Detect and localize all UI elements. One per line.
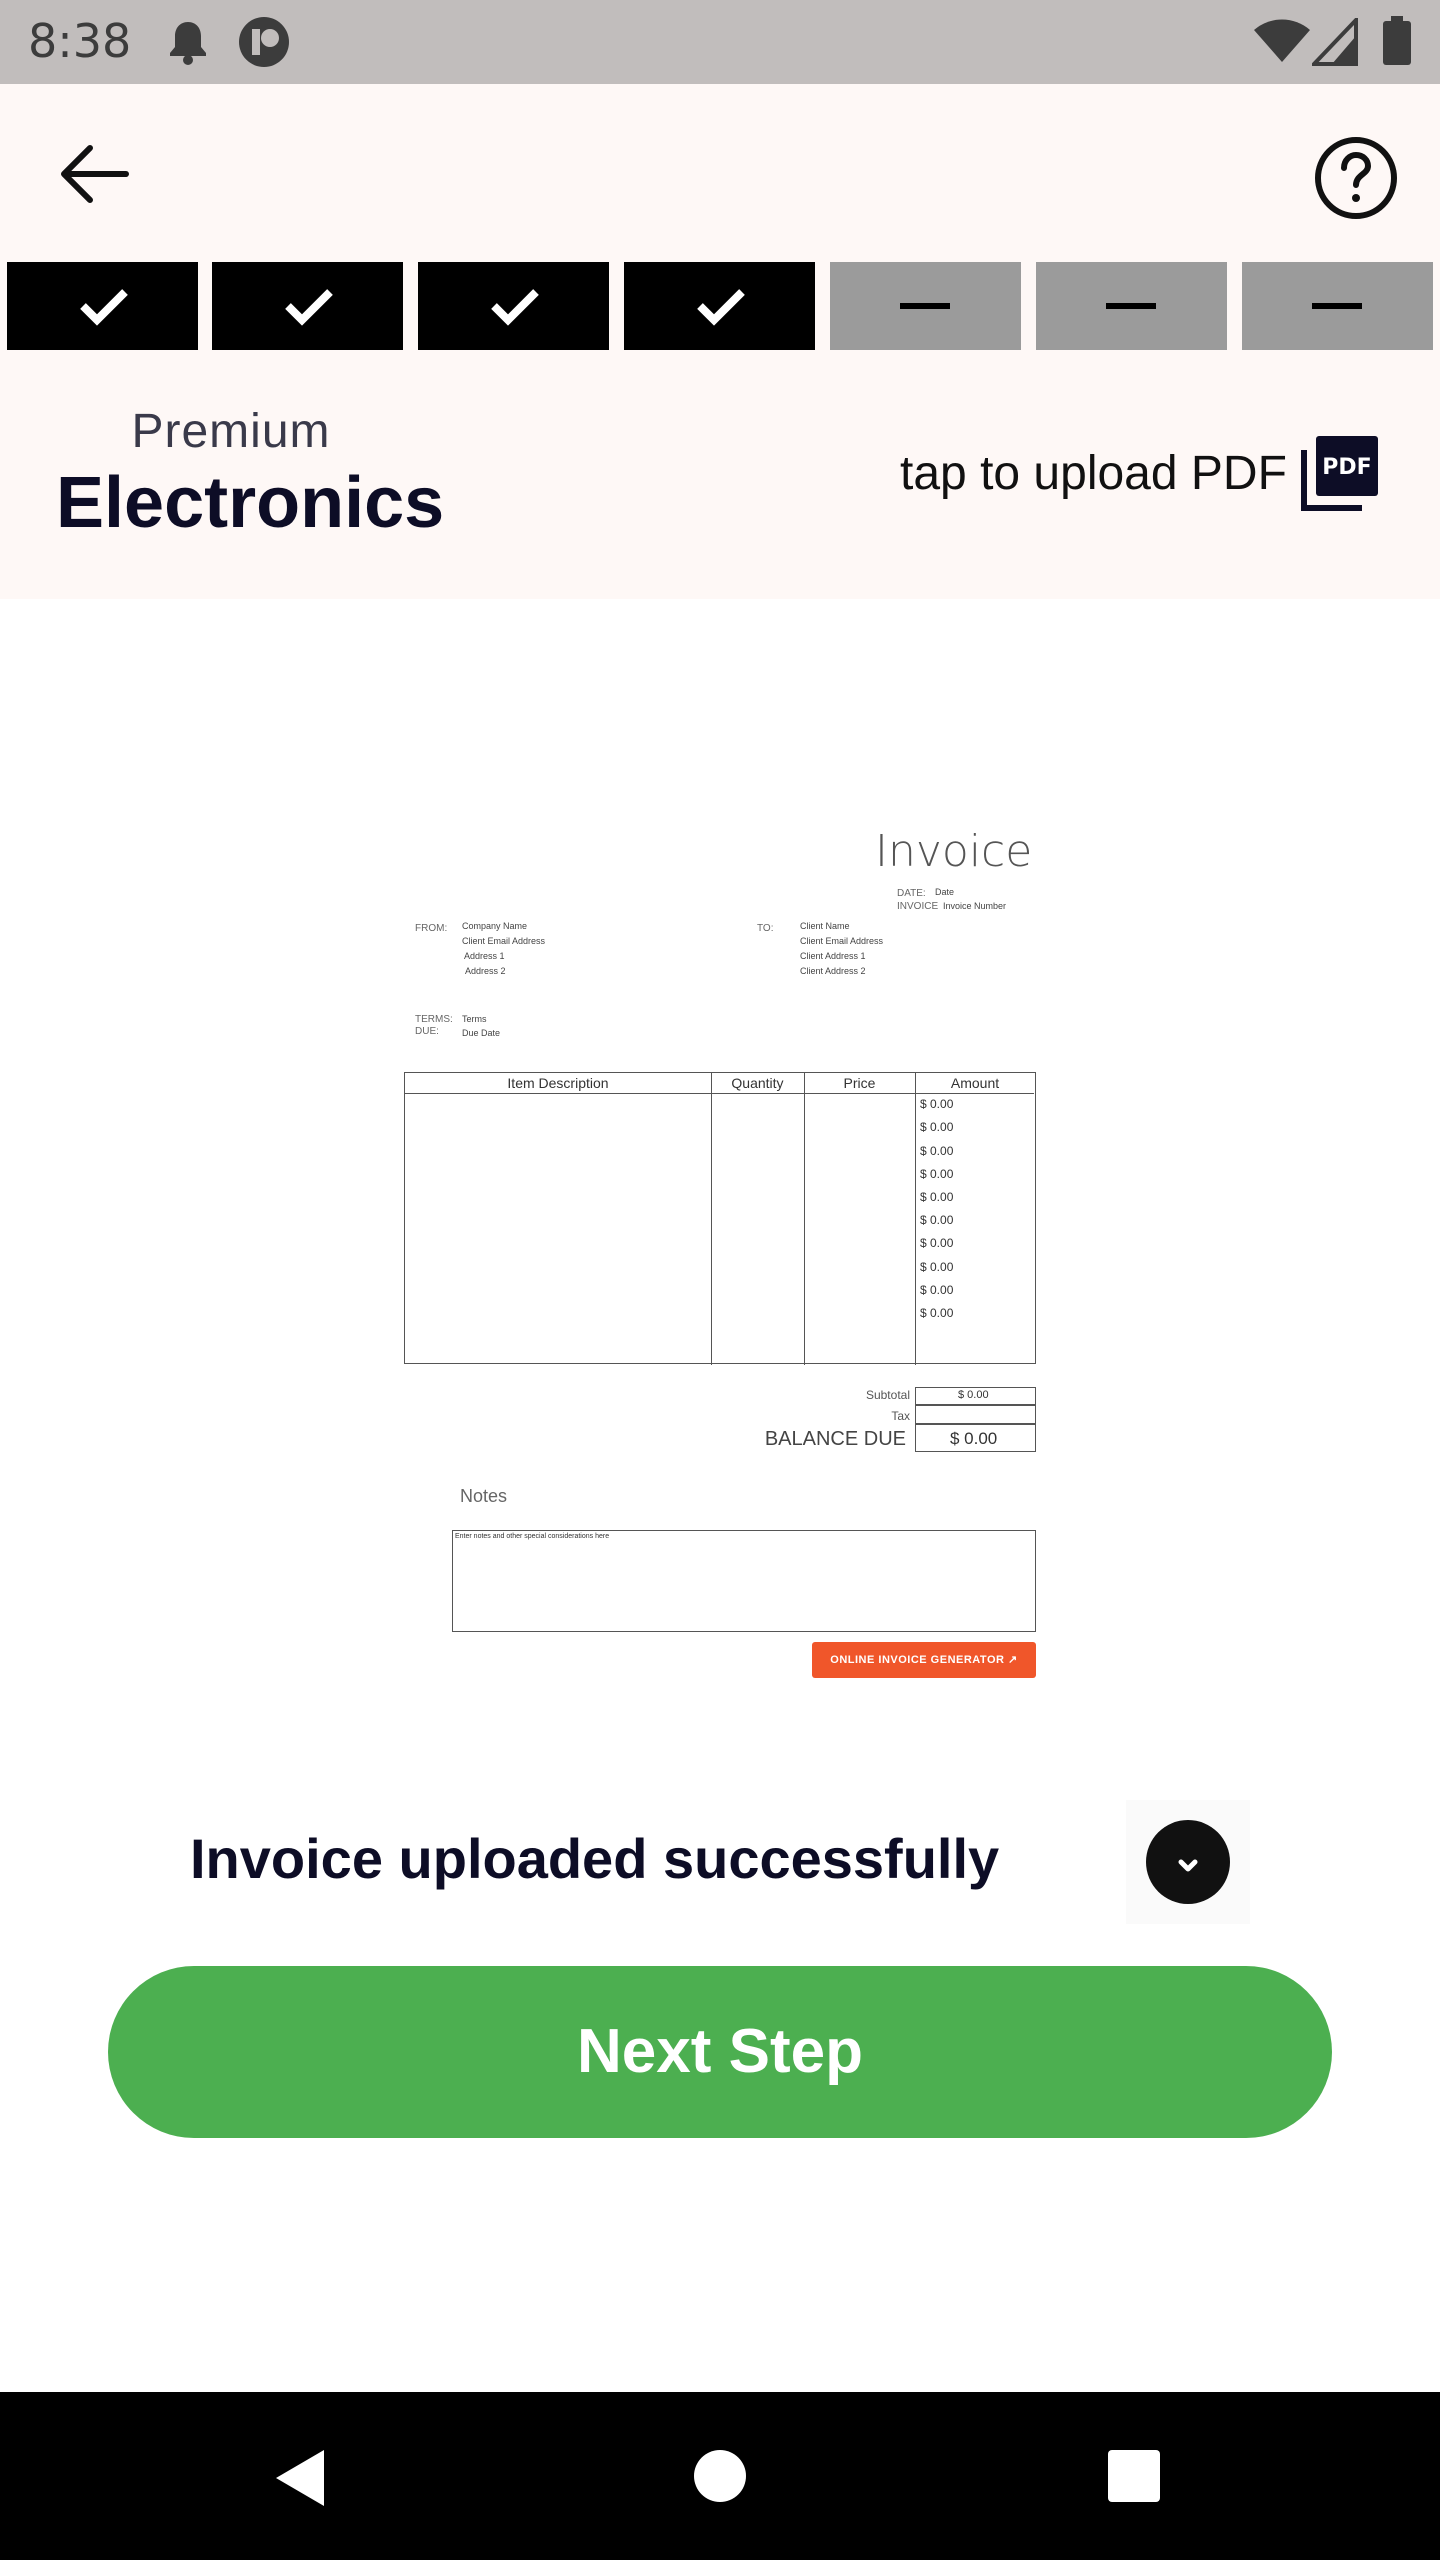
amount-cell: $ 0.00: [920, 1213, 954, 1227]
column-header: Price: [843, 1075, 876, 1091]
battery-icon: [1383, 16, 1411, 65]
chevron-down-icon: [1178, 1859, 1198, 1872]
subtotal-value: $ 0.00: [958, 1389, 989, 1401]
amount-cell: $ 0.00: [920, 1120, 954, 1134]
amount-cell: $ 0.00: [920, 1097, 954, 1111]
from-line: Company Name: [462, 921, 528, 931]
check-icon: [80, 289, 128, 326]
from-line: Address 1: [464, 951, 505, 961]
category-subtitle: Premium: [131, 405, 331, 458]
signal-icon: [1312, 18, 1358, 66]
column-header: Item Description: [507, 1075, 609, 1091]
invoice-title: Invoice: [875, 826, 1033, 877]
from-line: Client Email Address: [462, 936, 546, 946]
svg-text:PDF: PDF: [1322, 455, 1371, 480]
due-value: Due Date: [462, 1028, 501, 1038]
dash-icon: [1106, 303, 1156, 309]
notes-text: Enter notes and other special considerat…: [455, 1533, 610, 1540]
next-step-button[interactable]: Next Step: [108, 1966, 1332, 2138]
amount-cell: $ 0.00: [920, 1167, 954, 1181]
column-divider: [711, 1073, 712, 1365]
column-header: Quantity: [731, 1075, 784, 1091]
dash-icon: [900, 303, 950, 309]
step-7: [1242, 262, 1433, 350]
amount-cell: $ 0.00: [920, 1260, 954, 1274]
balance-due-value: $ 0.00: [950, 1429, 998, 1448]
step-2: [212, 262, 403, 350]
to-label: TO:: [757, 923, 774, 934]
recents-square-icon[interactable]: [1106, 2448, 1162, 2504]
upload-pdf-label: tap to upload PDF: [900, 447, 1287, 500]
home-circle-icon[interactable]: [690, 2446, 750, 2506]
category-title: Electronics: [56, 463, 445, 543]
subtotal-label: Subtotal: [865, 1388, 910, 1402]
step-3: [418, 262, 609, 350]
step-6: [1036, 262, 1227, 350]
amount-cell: $ 0.00: [920, 1283, 954, 1297]
step-5: [830, 262, 1021, 350]
balance-due-box: $ 0.00: [915, 1424, 1036, 1452]
date-value: Date: [935, 887, 955, 897]
from-line: Address 2: [465, 966, 506, 976]
arrow-left-icon[interactable]: [56, 134, 136, 214]
invoice-items-table: Item Description Quantity Price Amount $…: [404, 1072, 1036, 1365]
dash-icon: [1312, 303, 1362, 309]
collapse-button[interactable]: [1126, 1800, 1250, 1924]
table-header-divider: [405, 1093, 1034, 1094]
tax-box: [915, 1405, 1036, 1424]
check-icon: [697, 289, 745, 326]
notes-label: Notes: [460, 1486, 508, 1506]
terms-value: Terms: [462, 1014, 487, 1024]
bell-icon: [170, 22, 206, 65]
status-bar: 8:38: [0, 0, 1440, 84]
invoice-preview: Invoice DATE: Date INVOICE Invoice Numbe…: [400, 810, 1040, 1690]
notes-box: Enter notes and other special considerat…: [452, 1530, 1036, 1632]
from-label: FROM:: [415, 923, 448, 934]
collapse-button-circle[interactable]: [1146, 1820, 1230, 1904]
amount-cell: $ 0.00: [920, 1306, 954, 1320]
to-line: Client Email Address: [800, 936, 884, 946]
balance-due-label: BALANCE DUE: [764, 1428, 906, 1450]
column-divider: [804, 1073, 805, 1365]
online-invoice-generator-button: ONLINE INVOICE GENERATOR ↗: [812, 1642, 1036, 1678]
invoice-number-value: Invoice Number: [943, 901, 1007, 911]
to-line: Client Address 1: [800, 951, 866, 961]
column-header: Amount: [950, 1075, 1000, 1091]
amount-cell: $ 0.00: [920, 1236, 954, 1250]
pdf-icon: PDF: [1301, 436, 1378, 511]
help-circle-icon[interactable]: [1312, 134, 1400, 222]
step-progress-tracker: [7, 262, 1433, 350]
wifi-icon: [1254, 19, 1310, 62]
date-label: DATE:: [897, 888, 926, 899]
check-icon: [285, 289, 333, 326]
invoice-number-label: INVOICE: [897, 901, 939, 912]
back-triangle-icon[interactable]: [270, 2446, 334, 2510]
check-icon: [491, 289, 539, 326]
amount-cell: $ 0.00: [920, 1190, 954, 1204]
step-1: [7, 262, 198, 350]
due-label: DUE:: [415, 1026, 439, 1037]
amount-cell: $ 0.00: [920, 1144, 954, 1158]
terms-label: TERMS:: [415, 1014, 453, 1025]
step-4: [624, 262, 815, 350]
subtotal-box: $ 0.00: [915, 1387, 1036, 1405]
app-icon: [239, 17, 289, 67]
system-navigation-bar: [0, 2392, 1440, 2560]
status-time: 8:38: [28, 14, 132, 68]
to-line: Client Address 2: [800, 966, 866, 976]
tax-label: Tax: [891, 1409, 910, 1423]
upload-success-message: Invoice uploaded successfully: [190, 1827, 1000, 1890]
to-line: Client Name: [800, 921, 850, 931]
column-divider: [915, 1073, 916, 1365]
